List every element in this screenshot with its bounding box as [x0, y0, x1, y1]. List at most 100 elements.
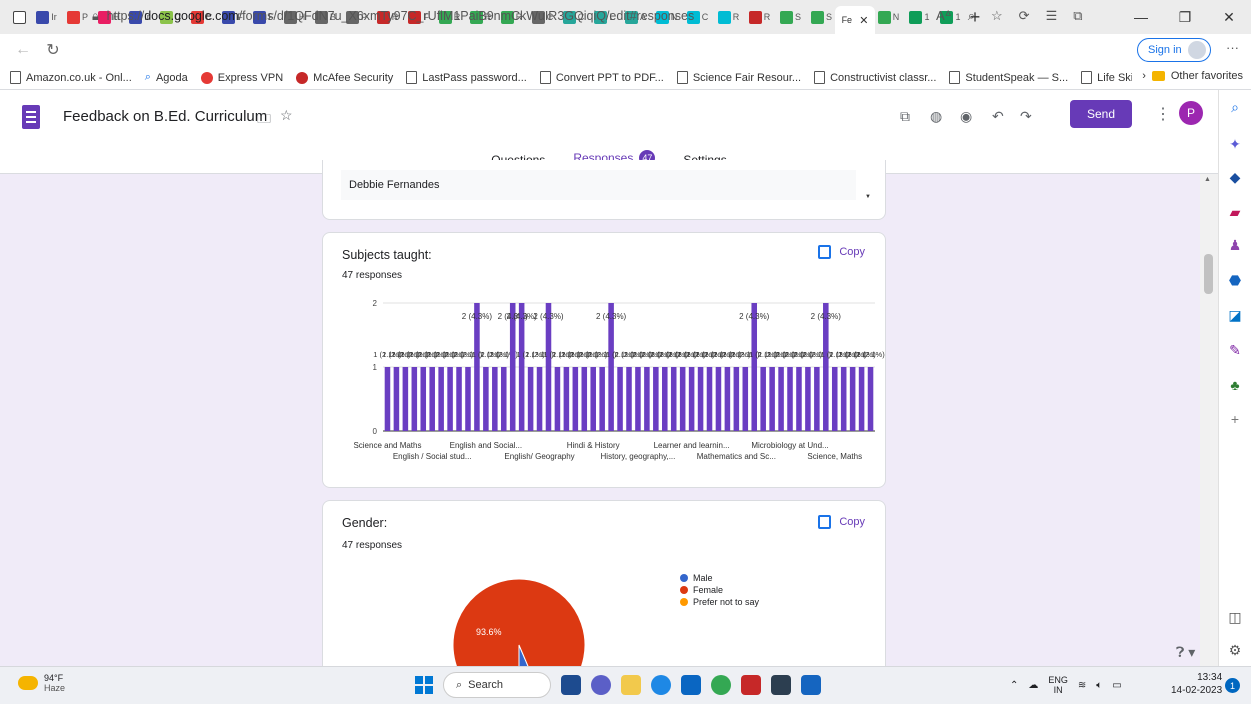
task-view-icon[interactable]	[561, 675, 581, 695]
favorite-link[interactable]: Express VPN	[200, 71, 283, 84]
favorite-label: Science Fair Resour...	[692, 71, 802, 84]
google-forms-logo-icon[interactable]	[22, 105, 40, 129]
read-aloud-icon[interactable]: Aᐞ	[936, 8, 952, 24]
legend-item-male[interactable]: Male	[680, 572, 759, 584]
scroll-thumb[interactable]	[1204, 254, 1213, 294]
redo-icon[interactable]: ↷	[1020, 108, 1032, 125]
name-response-card: Debbie Fernandes ▼	[322, 160, 886, 220]
cloud-icon[interactable]: ☁	[1028, 680, 1038, 691]
hide-sidebar-icon[interactable]: ◫	[1226, 609, 1244, 625]
taskbar-search[interactable]: ⌕ Search	[443, 672, 551, 698]
chrome-icon[interactable]	[711, 675, 731, 695]
weather-widget[interactable]: 94°F Haze	[18, 673, 65, 693]
send-button[interactable]: Send	[1070, 100, 1132, 128]
favorite-link[interactable]: ⌕ Agoda	[145, 71, 188, 84]
lock-icon: 🔒︎	[92, 8, 99, 23]
favorite-link[interactable]: LastPass password...	[406, 71, 527, 84]
mcafee-icon[interactable]	[741, 675, 761, 695]
word-icon[interactable]	[801, 675, 821, 695]
other-favorites[interactable]: › Other favorites	[1132, 70, 1243, 82]
battery-icon[interactable]: ▭	[1112, 680, 1121, 691]
star-icon[interactable]: ☆	[280, 107, 293, 124]
undo-icon[interactable]: ↶	[992, 108, 1004, 125]
favorite-label: Constructivist classr...	[830, 71, 937, 84]
language-indicator[interactable]: ENG IN	[1048, 675, 1068, 695]
y-tick-label: 2	[373, 299, 378, 308]
favorite-link[interactable]: StudentSpeak — S...	[949, 71, 1068, 84]
favorite-link[interactable]: Constructivist classr...	[814, 71, 936, 84]
browser-tab[interactable]: 1	[906, 5, 933, 29]
more-options-icon[interactable]: ⋮	[1155, 104, 1171, 124]
page-scrollbar[interactable]: ▲	[1200, 174, 1218, 666]
notification-icon[interactable]: 1	[1225, 678, 1240, 693]
palette-icon[interactable]: ◍	[930, 108, 942, 125]
favorites-list-icon[interactable]: ☰	[1046, 8, 1058, 24]
answer-scroll-down-icon[interactable]: ▼	[863, 170, 873, 200]
lang-line2: IN	[1053, 685, 1063, 695]
form-title[interactable]: Feedback on B.Ed. Curriculum	[63, 108, 267, 125]
add-sidebar-app-icon[interactable]: +	[1226, 411, 1244, 427]
designer-icon[interactable]: ✎	[1226, 342, 1244, 358]
folder-icon[interactable]: 🗀	[257, 108, 271, 132]
copilot-icon[interactable]: ✦	[1226, 136, 1244, 152]
favorite-link[interactable]: McAfee Security	[296, 71, 394, 84]
bar	[429, 367, 435, 431]
shopping-tag-icon[interactable]: ◆	[1226, 169, 1244, 185]
legend-item-female[interactable]: Female	[680, 584, 759, 596]
clock[interactable]: 13:34 14-02-2023	[1171, 671, 1222, 697]
sidebar-settings-icon[interactable]: ⚙	[1226, 642, 1244, 658]
more-menu-icon[interactable]: ···	[1226, 40, 1239, 55]
chevron-up-icon[interactable]: ⌃	[1010, 680, 1018, 691]
bar-value-label: 2 (4.3%)	[596, 312, 627, 321]
browser-tab[interactable]: P	[64, 5, 91, 29]
favorites-bar: Amazon.co.uk - Onl... ⌕ Agoda Express VPN Mc…	[0, 66, 1251, 90]
windows-start-icon[interactable]	[415, 676, 433, 694]
favorite-link[interactable]: Science Fair Resour...	[676, 71, 802, 84]
favorite-label: McAfee Security	[313, 71, 394, 84]
scroll-up-icon[interactable]: ▲	[1204, 176, 1211, 183]
wifi-icon[interactable]: ≋	[1078, 680, 1086, 691]
legend-item-prefer-not[interactable]: Prefer not to say	[680, 596, 759, 608]
tools-icon[interactable]: ▰	[1226, 204, 1244, 220]
favorite-link[interactable]: Amazon.co.uk - Onl...	[10, 71, 132, 84]
x-tick-label: Science, Maths	[807, 452, 862, 461]
zoom-icon[interactable]: ⌕	[968, 8, 975, 24]
browser-tab[interactable]: Ir	[33, 5, 60, 29]
store-icon[interactable]	[681, 675, 701, 695]
bar	[384, 367, 391, 431]
favorite-page-icon	[1081, 71, 1093, 84]
back-icon[interactable]: ←	[8, 41, 38, 59]
refresh-extension-icon[interactable]: ⟳	[1019, 8, 1030, 24]
file-explorer-icon[interactable]	[621, 675, 641, 695]
restore-icon[interactable]: ❐	[1163, 9, 1207, 26]
profile-avatar[interactable]: P	[1179, 101, 1203, 125]
addons-icon[interactable]: ⧉	[900, 108, 910, 125]
collections-icon[interactable]: ⧉	[1073, 8, 1082, 24]
bar	[617, 367, 623, 431]
chevron-right-icon[interactable]: ›	[1142, 70, 1146, 82]
edge-icon[interactable]	[651, 675, 671, 695]
app-icon[interactable]	[771, 675, 791, 695]
bar	[662, 367, 668, 431]
close-window-icon[interactable]: ✕	[1207, 9, 1251, 26]
minimize-icon[interactable]: —	[1119, 9, 1163, 25]
bar	[420, 367, 427, 431]
tab-actions-icon[interactable]	[6, 5, 33, 29]
favorite-label: Amazon.co.uk - Onl...	[26, 71, 132, 84]
url-field[interactable]: 🔒︎ https://docs.google.com/forms/d/1QFdN…	[92, 4, 907, 28]
games-icon[interactable]: ♟	[1226, 237, 1244, 253]
outlook-icon[interactable]: ◪	[1226, 307, 1244, 323]
volume-icon[interactable]: 🔈︎	[1096, 680, 1102, 691]
bar	[492, 367, 498, 431]
sign-in-button[interactable]: Sign in	[1137, 38, 1211, 62]
favorite-star-icon[interactable]: ☆	[991, 8, 1003, 24]
favorite-link[interactable]: Convert PPT to PDF...	[539, 71, 664, 84]
help-icon[interactable]: ❓︎ ▾	[1176, 644, 1195, 661]
folder-icon	[1151, 71, 1165, 81]
microsoft-365-icon[interactable]: ⬣	[1226, 272, 1244, 288]
search-icon[interactable]: ⌕	[1226, 99, 1244, 115]
preview-eye-icon[interactable]: ◉	[960, 108, 972, 125]
tree-icon[interactable]: ♣	[1226, 377, 1244, 393]
refresh-icon[interactable]: ↻	[38, 40, 68, 60]
teams-icon[interactable]	[591, 675, 611, 695]
